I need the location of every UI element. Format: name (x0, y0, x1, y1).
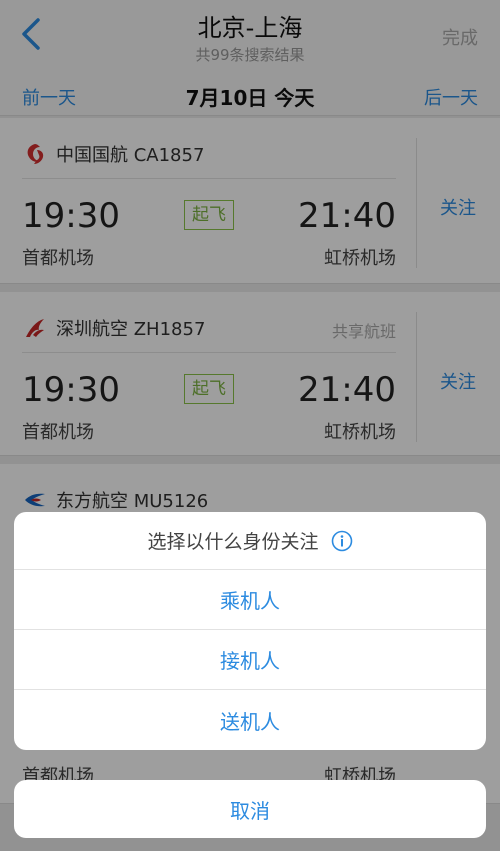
action-sheet-title-text: 选择以什么身份关注 (147, 531, 319, 553)
action-sheet: 选择以什么身份关注 乘机人 接机人 送机人 (14, 512, 486, 750)
action-sheet-title: 选择以什么身份关注 (14, 512, 486, 570)
info-icon[interactable] (331, 530, 353, 552)
cancel-button[interactable]: 取消 (14, 780, 486, 838)
option-dropoff[interactable]: 送机人 (14, 690, 486, 750)
option-pickup[interactable]: 接机人 (14, 630, 486, 690)
option-passenger[interactable]: 乘机人 (14, 570, 486, 630)
